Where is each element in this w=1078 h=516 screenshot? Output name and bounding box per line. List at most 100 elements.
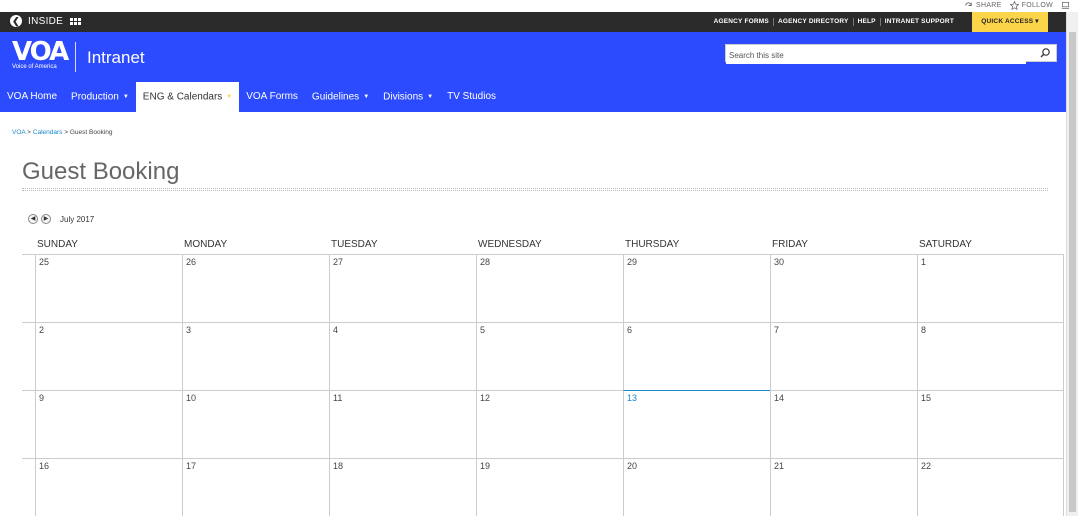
next-month-button[interactable]: ▶ [41,214,51,224]
share-icon [965,2,972,6]
calendar-gutter [22,390,35,458]
nav-label: VOA Home [7,91,58,102]
calendar-day-cell[interactable]: 4 [329,322,476,390]
chevron-down-icon: ▼ [226,94,233,100]
calendar-day-cell[interactable]: 26 [182,254,329,322]
day-number: 22 [921,461,932,471]
day-number: 21 [774,461,785,471]
search-icon[interactable] [1039,47,1051,59]
calendar-day-cell[interactable]: 7 [770,322,917,390]
calendar-day-cell[interactable]: 5 [476,322,623,390]
day-number: 10 [186,393,197,403]
day-number: 15 [921,393,932,403]
top-nav: VOA Home Production ▼ ENG & Calendars ▼ VO… [0,82,1066,112]
arrow-left-icon: ◀ [30,216,36,222]
nav-voa-forms[interactable]: VOA Forms [239,82,305,112]
day-name-saturday: SATURDAY [919,239,972,250]
page-title: Guest Booking [22,158,180,185]
day-name-wednesday: WEDNESDAY [478,239,542,250]
day-name-thursday: THURSDAY [625,239,680,250]
calendar-day-cell[interactable]: 3 [182,322,329,390]
calendar-day-cell[interactable]: 20 [623,458,770,516]
nav-eng-calendars[interactable]: ENG & Calendars ▼ [135,82,240,112]
suite-bar: ❮ INSIDE AGENCY FORMS AGENCY DIRECTORY H… [0,12,1066,32]
day-number: 3 [186,325,192,335]
nav-label: Guidelines [311,91,360,103]
nav-tv-studios[interactable]: TV Studios [440,82,503,112]
day-number: 11 [333,393,343,403]
calendar-gutter [22,458,35,516]
nav-divisions[interactable]: Divisions ▼ [376,82,440,112]
calendar-gutter [22,254,35,322]
month-label: July 2017 [60,214,95,224]
calendar-day-cell[interactable]: 9 [35,390,182,458]
site-title[interactable]: Intranet [87,48,145,68]
nav-production[interactable]: Production ▼ [64,82,136,112]
calendar-day-cell[interactable]: 11 [329,390,476,458]
inside-label: INSIDE [28,15,64,27]
title-divider [22,188,1048,191]
calendar-day-cell[interactable]: 29 [623,254,770,322]
page-scrollbar[interactable] [1066,12,1078,516]
agency-directory-link[interactable]: AGENCY DIRECTORY [772,18,853,26]
calendar-day-cell[interactable]: 27 [329,254,476,322]
breadcrumb-separator: > [62,129,70,136]
day-name-monday: MONDAY [184,239,228,250]
calendar-day-cell[interactable]: 22 [917,458,1064,516]
calendar-day-cell[interactable]: 14 [770,390,917,458]
nav-list: VOA Home Production ▼ ENG & Calendars ▼ VO… [0,82,1066,112]
day-number: 7 [774,325,780,335]
scrollbar-thumb[interactable] [1069,32,1076,512]
calendar-nav: ◀ ▶ July 2017 [28,214,94,224]
calendar-week: 9 10 11 12 13 14 15 [22,390,1064,458]
calendar-day-cell[interactable]: 17 [182,458,329,516]
day-name-friday: FRIDAY [772,239,808,250]
follow-button[interactable]: FOLLOW [1009,1,1053,10]
calendar-day-cell[interactable]: 21 [770,458,917,516]
calendar-day-cell[interactable]: 10 [182,390,329,458]
brand-header: VOA Voice of America Intranet [0,32,1066,82]
calendar-day-cell[interactable]: 28 [476,254,623,322]
nav-guidelines[interactable]: Guidelines ▼ [305,82,376,112]
calendar-day-cell[interactable]: 25 [35,254,182,322]
calendar-day-cell[interactable]: 30 [770,254,917,322]
share-button[interactable]: SHARE [964,1,1002,10]
search-box [725,44,1057,64]
day-number: 27 [333,257,344,267]
calendar-day-cell[interactable]: 18 [329,458,476,516]
day-number: 6 [627,325,633,335]
calendar-day-cell[interactable]: 1 [917,254,1064,322]
help-link[interactable]: HELP [852,18,880,26]
day-number: 2 [39,325,45,335]
calendar-day-cell[interactable]: 8 [917,322,1064,390]
suite-links: AGENCY FORMS AGENCY DIRECTORY HELP INTRA… [710,18,958,26]
calendar-day-cell[interactable]: 2 [35,322,182,390]
day-number: 9 [39,393,45,403]
agency-forms-link[interactable]: AGENCY FORMS [710,18,773,26]
intranet-support-link[interactable]: INTRANET SUPPORT [879,18,958,26]
nav-voa-home[interactable]: VOA Home [0,82,64,112]
calendar-day-cell[interactable]: 6 [623,322,770,390]
chevron-down-icon: ▼ [122,94,129,100]
voa-logo-mark: VOA [12,37,69,67]
breadcrumb-calendars[interactable]: Calendars [33,129,63,136]
calendar-day-cell[interactable]: 19 [476,458,623,516]
calendar-day-cell[interactable]: 12 [476,390,623,458]
day-number: 13 [627,393,638,403]
day-number: 25 [39,257,50,267]
calendar-day-cell[interactable]: 13 [623,390,770,458]
focus-button[interactable] [1061,1,1070,10]
day-number: 30 [774,257,785,267]
inside-voa-link[interactable]: ❮ INSIDE [10,15,82,27]
day-number: 20 [627,461,638,471]
breadcrumb-voa[interactable]: VOA [12,129,25,136]
voa-logo[interactable]: VOA Voice of America [12,37,69,70]
search-input[interactable] [726,47,1026,64]
previous-month-button[interactable]: ◀ [28,214,38,224]
quick-access-button[interactable]: QUICK ACCESS ▾ [972,12,1048,32]
calendar-day-cell[interactable]: 16 [35,458,182,516]
day-number: 12 [480,393,491,403]
calendar-day-cell[interactable]: 15 [917,390,1064,458]
day-number: 5 [480,325,486,335]
day-number: 26 [186,257,197,267]
